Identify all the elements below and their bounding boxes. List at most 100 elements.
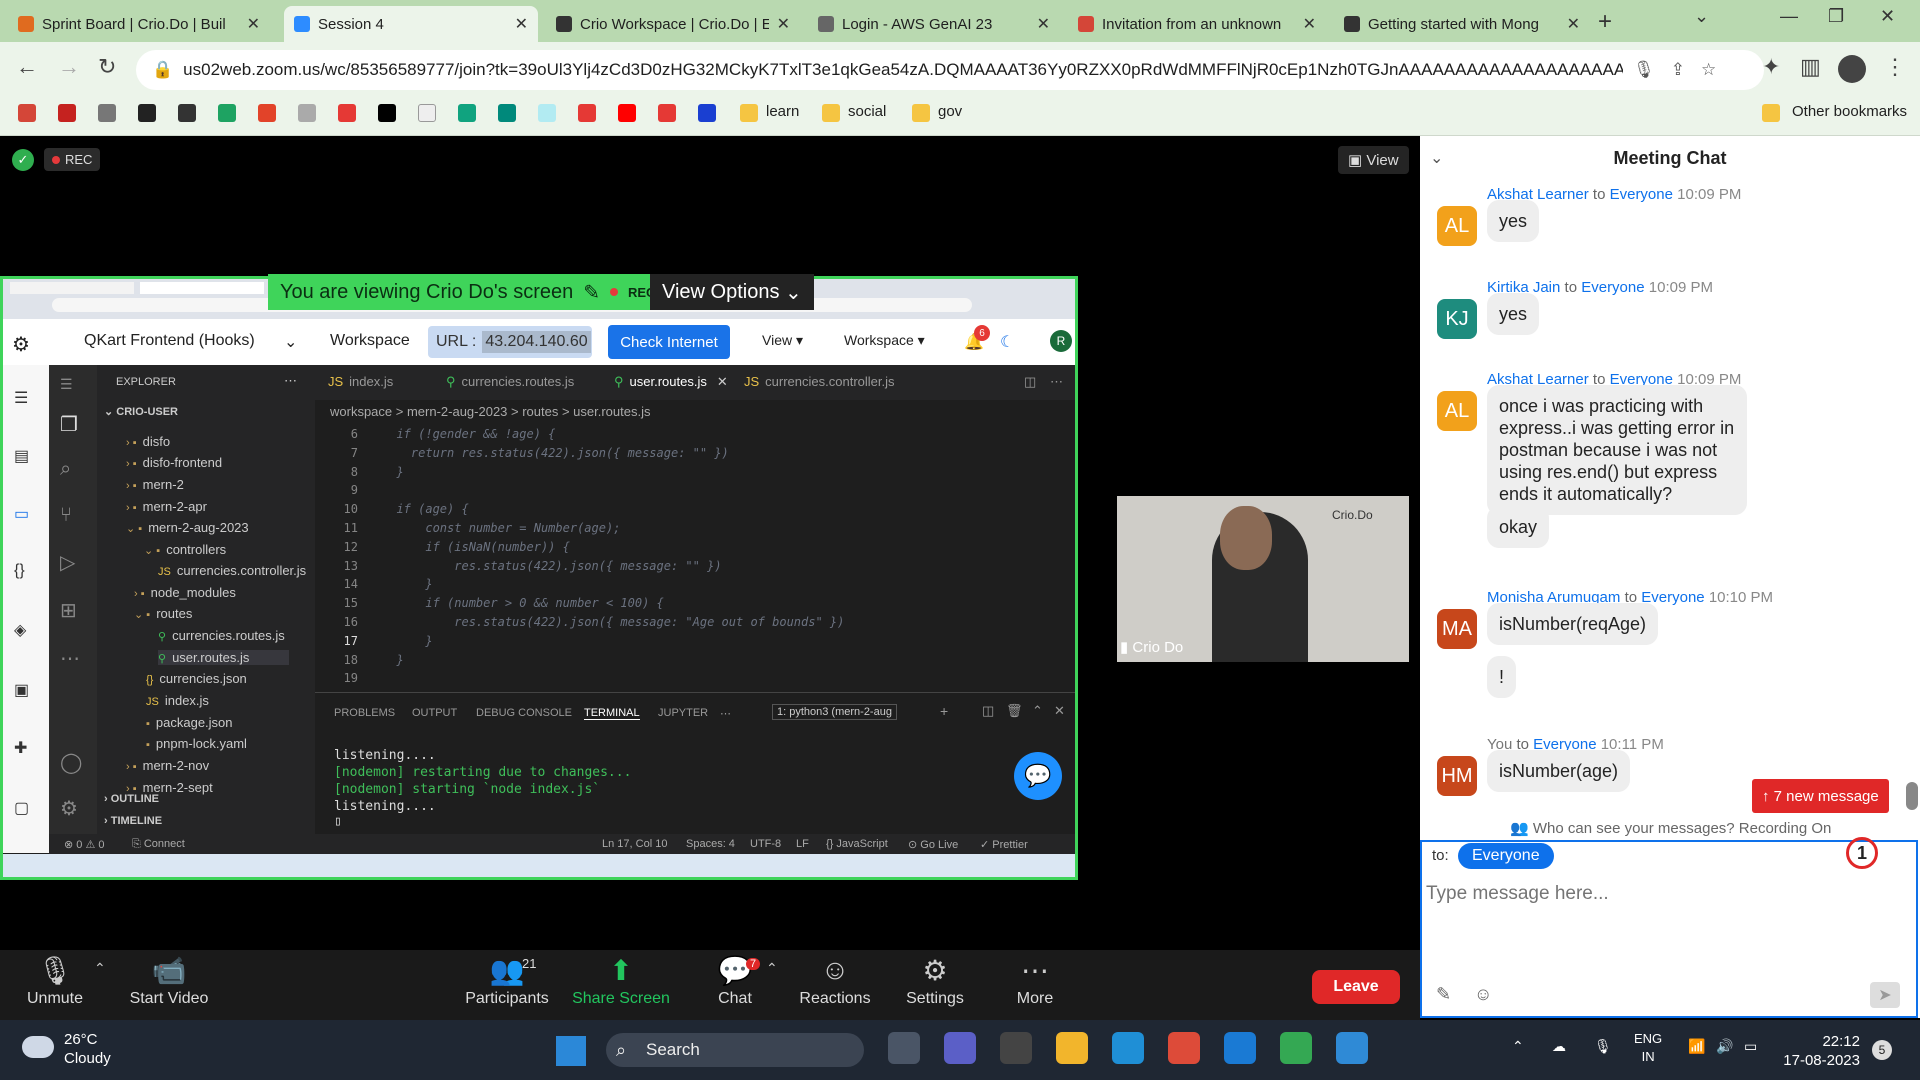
editor-tab[interactable]: ⚲ currencies.routes.js [446,374,574,390]
more-button[interactable]: ⋯ More [980,954,1090,1008]
vercel-bookmark-icon[interactable] [378,104,396,122]
gift-icon[interactable]: ✚ [14,738,27,758]
notification-badge[interactable]: 5 [1872,1040,1892,1060]
bookmark-folder-learn[interactable]: learn [766,103,799,120]
panel-tab[interactable]: OUTPUT [412,707,457,719]
editor-tab[interactable]: JS currencies.controller.js [744,374,895,389]
code-line[interactable]: } [382,465,403,479]
leave-button[interactable]: Leave [1312,970,1400,1004]
workspace-menu[interactable]: Workspace ▾ [844,332,925,349]
gitlab-bookmark-icon[interactable] [258,104,276,122]
clock[interactable]: 22:12 17-08-2023 [1770,1032,1860,1070]
language-mode[interactable]: {} JavaScript [826,838,888,850]
security-shield-icon[interactable]: ✓ [12,148,34,171]
bookmark-icon[interactable] [578,104,596,122]
close-tab-icon[interactable]: ✕ [717,374,728,389]
browser-tab[interactable]: Login - AWS GenAI 23 ✕ [808,6,1060,42]
maximize-button[interactable]: ❐ [1828,6,1844,27]
panel-tab[interactable]: PROBLEMS [334,707,395,719]
go-live[interactable]: ⊙ Go Live [908,838,958,851]
terminal-select[interactable]: 1: python3 (mern-2-aug [772,704,897,720]
crio-chat-icon[interactable]: 💬 [1014,752,1062,800]
weather-widget[interactable]: 26°C Cloudy [64,1030,111,1068]
view-options-button[interactable]: View Options ⌄ [650,274,814,310]
timeline-section[interactable]: › TIMELINE [104,815,162,827]
code-line[interactable]: if (number > 0 && number < 100) { [382,596,663,610]
mic-icon[interactable]: 🎙 [1594,1038,1612,1055]
send-icon[interactable]: ➤ [1870,982,1900,1008]
editor-tab[interactable]: ⚲ user.routes.js ✕ [614,374,728,390]
browser-tab[interactable]: Invitation from an unknown ✕ [1068,6,1326,42]
problems-status[interactable]: ⊗ 0 ⚠ 0 [64,838,104,851]
chat-message-input[interactable] [1426,874,1906,914]
chrome-profile-icon[interactable] [1280,1032,1312,1064]
bookmark-icon[interactable] [418,104,436,122]
eol[interactable]: LF [796,838,809,850]
vscode-icon[interactable] [1224,1032,1256,1064]
explorer-item[interactable]: ⌄ ▪ routes [134,606,192,621]
user-avatar[interactable]: R [1050,330,1072,352]
bookmark-icon[interactable] [338,104,356,122]
explorer-item[interactable]: ▪ package.json [146,715,233,730]
task-view-icon[interactable] [888,1032,920,1064]
explorer-item[interactable]: ⌄ ▪ mern-2-aug-2023 [126,520,249,535]
windows-start-icon[interactable] [556,1036,586,1066]
settings-button[interactable]: ⚙ Settings [880,954,990,1008]
tab-close-icon[interactable]: ✕ [515,14,528,34]
code-line[interactable]: if (!gender && !age) { [382,427,555,441]
explorer-item[interactable]: {} currencies.json [146,671,247,686]
other-bookmarks[interactable]: Other bookmarks [1792,103,1907,120]
gmail-bookmark-icon[interactable] [18,104,36,122]
trash-icon[interactable]: 🗑 [1006,703,1023,719]
chat-message[interactable]: okay [1487,506,1550,548]
bookmark-folder-social[interactable]: social [848,103,886,120]
explorer-item[interactable]: › ▪ mern-2-apr [126,499,207,514]
extensions-icon[interactable]: ✦ [1762,54,1780,80]
new-tab-button[interactable]: + [1598,8,1612,36]
more-icon[interactable]: ⋯ [720,707,731,720]
maximize-panel-icon[interactable]: ⌃ [1032,703,1043,719]
sidepanel-icon[interactable]: ▥ [1800,54,1821,80]
tab-close-icon[interactable]: ✕ [1567,14,1580,34]
close-window-button[interactable]: ✕ [1880,6,1895,27]
minimize-button[interactable]: — [1780,6,1798,27]
back-icon[interactable]: ← [16,54,38,80]
menu-icon[interactable]: ⋮ [1884,54,1906,80]
chat-message[interactable]: isNumber(age) [1487,750,1631,792]
dell-icon[interactable] [1000,1032,1032,1064]
more-icon[interactable]: ⋯ [284,373,297,389]
tab-close-icon[interactable]: ✕ [1303,14,1316,34]
editor-tab[interactable]: JS index.js [328,374,393,389]
audio-options-icon[interactable]: ⌃ [94,960,106,977]
chatgpt-bookmark-icon[interactable] [458,104,476,122]
forward-icon[interactable]: → [58,54,80,80]
bookmark-icon[interactable] [658,104,676,122]
explorer-item[interactable]: JS index.js [146,693,209,708]
cursor-position[interactable]: Ln 17, Col 10 [602,838,667,850]
url-value[interactable]: 43.204.140.60 [482,331,591,353]
explorer-item[interactable]: › ▪ disfo [126,434,170,449]
file-explorer-icon[interactable] [1056,1032,1088,1064]
prettier[interactable]: ✓ Prettier [980,838,1028,851]
rec-badge[interactable]: REC [44,148,101,171]
view-menu[interactable]: View ▾ [762,332,803,349]
browser-tab[interactable]: Getting started with Mong ✕ [1334,6,1590,42]
tab-close-icon[interactable]: ✕ [247,14,260,34]
tray-chevron-icon[interactable]: ⌃ [1512,1038,1524,1055]
run-debug-icon[interactable]: ▷ [60,550,75,575]
list-icon[interactable]: ☰ [14,388,28,408]
split-terminal-icon[interactable]: ◫ [982,703,994,719]
gear-icon[interactable]: ⚙ [60,796,78,821]
files-icon[interactable]: ❐ [60,412,78,437]
start-video-button[interactable]: 📹 Start Video [114,954,224,1008]
battery-icon[interactable]: ▭ [1744,1038,1757,1055]
explorer-item[interactable]: JS currencies.controller.js [158,563,306,578]
address-bar[interactable]: 🔒 us02web.zoom.us/wc/85356589777/join?tk… [136,50,1764,90]
share-icon[interactable]: ⇪ [1671,60,1685,80]
code-line[interactable]: } [382,653,403,667]
openai-bookmark-icon[interactable] [98,104,116,122]
explorer-item[interactable]: ⚲ currencies.routes.js [158,628,285,643]
new-messages-button[interactable]: ↑ 7 new message [1752,779,1889,813]
chat-message[interactable]: once i was practicing with express..i wa… [1487,385,1747,515]
code-line[interactable]: const number = Number(age); [382,521,620,535]
